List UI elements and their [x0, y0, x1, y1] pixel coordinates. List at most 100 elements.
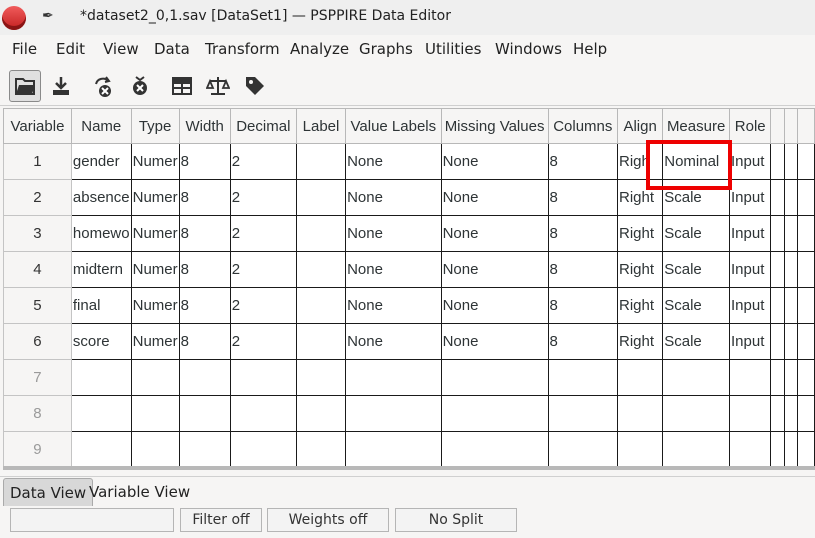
cell-role[interactable]: Input — [728, 215, 772, 252]
cell-name[interactable]: gender — [70, 143, 132, 180]
cell-width[interactable]: 8 — [178, 287, 231, 324]
row-header[interactable]: 8 — [3, 395, 72, 432]
cell-blank[interactable] — [784, 431, 799, 468]
cell-value-labels[interactable]: None — [345, 323, 442, 360]
row-header[interactable]: 1 — [3, 143, 72, 180]
cell-width[interactable]: 8 — [178, 143, 231, 180]
row-header[interactable]: 7 — [3, 359, 72, 396]
cell-align[interactable]: Right — [617, 287, 664, 324]
cell-blank[interactable] — [784, 179, 799, 216]
cell-blank[interactable] — [178, 431, 231, 468]
cell-width[interactable]: 8 — [178, 251, 231, 288]
cell-blank[interactable] — [547, 359, 619, 396]
cell-value-labels[interactable]: None — [345, 143, 442, 180]
cell-columns[interactable]: 8 — [547, 287, 619, 324]
col-header-decimal[interactable]: Decimal — [229, 108, 297, 144]
cell-type[interactable]: Numer — [130, 179, 180, 216]
cell-decimal[interactable]: 2 — [229, 215, 297, 252]
goto-variable-icon[interactable] — [124, 70, 156, 102]
cell-columns[interactable]: 8 — [547, 143, 619, 180]
cell-value-labels[interactable]: None — [345, 287, 442, 324]
cell-blank[interactable] — [770, 395, 786, 432]
cell-blank[interactable] — [797, 215, 815, 252]
cell-align[interactable]: Right — [617, 251, 664, 288]
cell-blank[interactable] — [345, 431, 442, 468]
cell-type[interactable]: Numer — [130, 143, 180, 180]
menu-windows[interactable]: Windows — [495, 40, 562, 58]
cell-blank[interactable] — [617, 431, 664, 468]
tab-variable-view[interactable]: Variable View — [83, 478, 196, 506]
cell-blank[interactable] — [784, 215, 799, 252]
cell-blank[interactable] — [345, 359, 442, 396]
cell-blank[interactable] — [784, 251, 799, 288]
cell-width[interactable]: 8 — [178, 323, 231, 360]
cell-blank[interactable] — [70, 359, 132, 396]
cell-blank[interactable] — [130, 359, 180, 396]
cell-blank[interactable] — [770, 143, 786, 180]
cell-value-labels[interactable]: None — [345, 215, 442, 252]
cell-missing[interactable]: None — [440, 143, 549, 180]
menu-view[interactable]: View — [103, 40, 139, 58]
cell-width[interactable]: 8 — [178, 179, 231, 216]
cell-blank[interactable] — [662, 395, 730, 432]
col-header-columns[interactable]: Columns — [547, 108, 619, 144]
menu-graphs[interactable]: Graphs — [359, 40, 413, 58]
cell-blank[interactable] — [784, 287, 799, 324]
cell-missing[interactable]: None — [440, 215, 549, 252]
cell-measure[interactable]: Scale — [662, 251, 730, 288]
col-header-label[interactable]: Label — [295, 108, 347, 144]
cell-name[interactable]: midtern — [70, 251, 132, 288]
cell-blank[interactable] — [770, 179, 786, 216]
cell-columns[interactable]: 8 — [547, 179, 619, 216]
cell-blank[interactable] — [784, 143, 799, 180]
menu-analyze[interactable]: Analyze — [290, 40, 349, 58]
cell-columns[interactable]: 8 — [547, 215, 619, 252]
cell-columns[interactable]: 8 — [547, 251, 619, 288]
cell-decimal[interactable]: 2 — [229, 287, 297, 324]
cell-value-labels[interactable]: None — [345, 251, 442, 288]
col-header-name[interactable]: Name — [70, 108, 132, 144]
pin-icon[interactable]: ✒ — [42, 8, 54, 24]
cell-columns[interactable]: 8 — [547, 323, 619, 360]
cell-blank[interactable] — [770, 287, 786, 324]
cell-blank[interactable] — [130, 395, 180, 432]
row-header[interactable]: 4 — [3, 251, 72, 288]
cell-type[interactable]: Numer — [130, 287, 180, 324]
cell-blank[interactable] — [440, 431, 549, 468]
cell-decimal[interactable]: 2 — [229, 179, 297, 216]
cell-type[interactable]: Numer — [130, 251, 180, 288]
cell-label[interactable] — [295, 143, 347, 180]
cell-label[interactable] — [295, 287, 347, 324]
cell-label[interactable] — [295, 215, 347, 252]
menu-file[interactable]: File — [12, 40, 37, 58]
cell-missing[interactable]: None — [440, 179, 549, 216]
value-labels-icon[interactable] — [239, 70, 271, 102]
row-header[interactable]: 6 — [3, 323, 72, 360]
cell-blank[interactable] — [797, 431, 815, 468]
cell-blank[interactable] — [229, 431, 297, 468]
col-header-type[interactable]: Type — [130, 108, 180, 144]
cell-blank[interactable] — [70, 395, 132, 432]
horizontal-scrollbar[interactable] — [3, 466, 815, 470]
col-header-align[interactable]: Align — [617, 108, 664, 144]
cell-name[interactable]: final — [70, 287, 132, 324]
cell-label[interactable] — [295, 251, 347, 288]
cell-blank[interactable] — [728, 431, 772, 468]
cell-blank[interactable] — [178, 359, 231, 396]
cell-blank[interactable] — [547, 395, 619, 432]
menu-help[interactable]: Help — [573, 40, 607, 58]
cell-value-labels[interactable]: None — [345, 179, 442, 216]
cell-role[interactable]: Input — [728, 143, 772, 180]
cell-name[interactable]: absence — [70, 179, 132, 216]
save-icon[interactable] — [45, 70, 77, 102]
row-header[interactable]: 9 — [3, 431, 72, 468]
cell-blank[interactable] — [345, 395, 442, 432]
cell-blank[interactable] — [797, 251, 815, 288]
cell-blank[interactable] — [70, 431, 132, 468]
cell-blank[interactable] — [770, 323, 786, 360]
cell-role[interactable]: Input — [728, 251, 772, 288]
row-header[interactable]: 5 — [3, 287, 72, 324]
weight-cases-icon[interactable] — [202, 70, 234, 102]
col-header-measure[interactable]: Measure — [662, 108, 730, 144]
split-file-icon[interactable] — [166, 70, 198, 102]
